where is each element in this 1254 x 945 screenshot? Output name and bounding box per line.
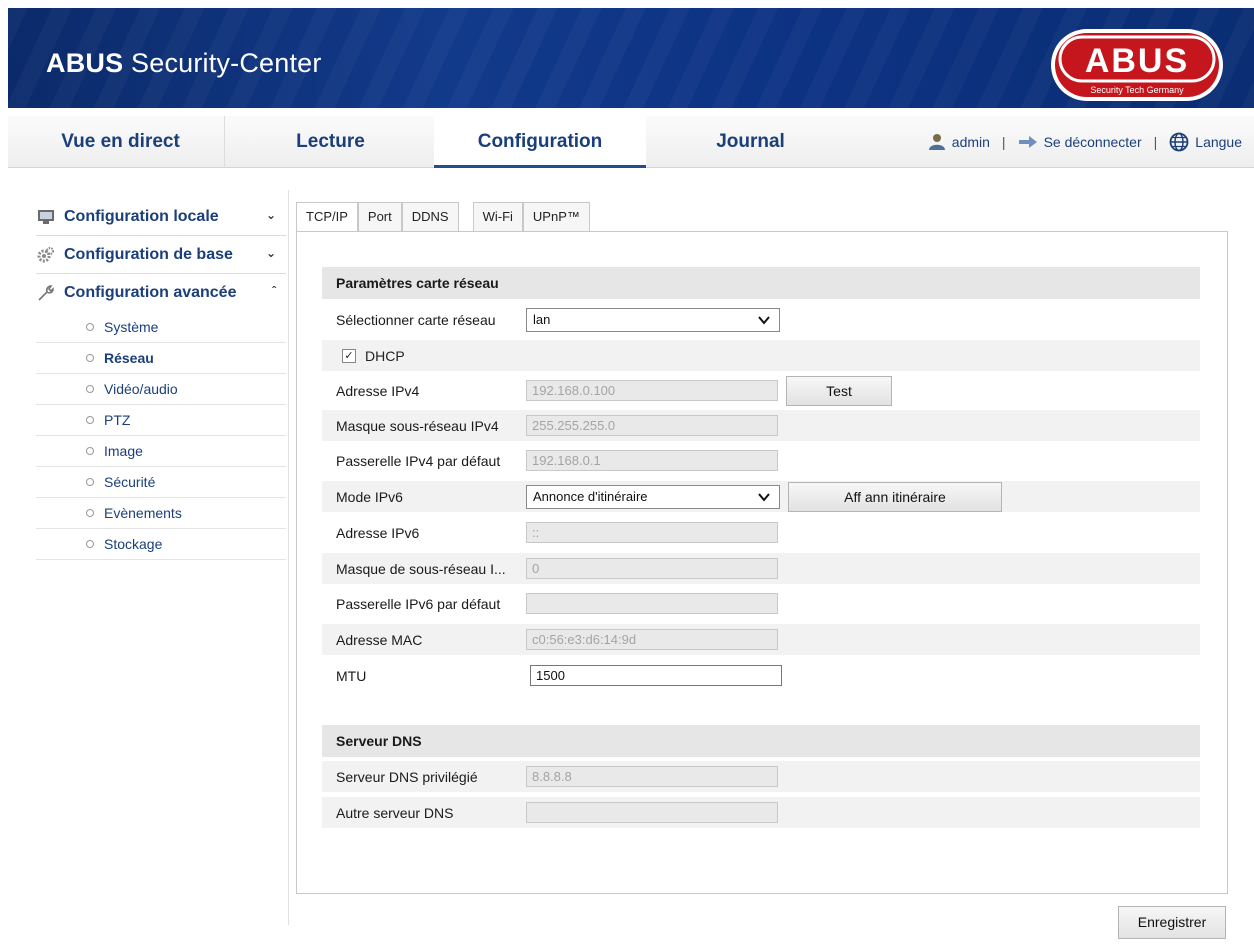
mtu-field[interactable] bbox=[530, 665, 782, 686]
main-nav: Vue en direct Lecture Configuration Jour… bbox=[8, 116, 1254, 168]
nic-select[interactable]: lan bbox=[526, 307, 780, 332]
row-mtu: MTU bbox=[322, 660, 1200, 691]
logo-text: ABUS bbox=[1085, 42, 1189, 80]
row-dns-alt: Autre serveur DNS bbox=[322, 797, 1200, 828]
nav-tab-playback[interactable]: Lecture bbox=[228, 116, 433, 168]
tab-wifi[interactable]: Wi-Fi bbox=[472, 202, 523, 232]
tab-port[interactable]: Port bbox=[357, 202, 402, 232]
header-banner: ABUS Security-Center ABUS Security Tech … bbox=[8, 8, 1254, 108]
gateway-label: Passerelle IPv4 par défaut bbox=[336, 452, 501, 469]
sidebar-item-events[interactable]: Evènements bbox=[36, 498, 286, 529]
chevron-up-icon: ˆ bbox=[272, 284, 276, 298]
chevron-down-icon: ⌄ bbox=[265, 246, 276, 260]
sidebar-group-local-config[interactable]: Configuration locale ⌄ bbox=[36, 198, 286, 236]
mtu-label: MTU bbox=[336, 667, 367, 684]
row-ipv6-gateway: Passerelle IPv6 par défaut bbox=[322, 588, 1200, 619]
ipv6-mode-label: Mode IPv6 bbox=[336, 488, 403, 505]
sidebar-group-label: Configuration avancée bbox=[64, 284, 237, 301]
bullet-icon bbox=[86, 447, 94, 455]
logout-link[interactable]: Se déconnecter bbox=[1044, 116, 1142, 168]
chevron-down-icon bbox=[758, 492, 770, 502]
ipv6-field[interactable] bbox=[526, 522, 778, 543]
chevron-down-icon bbox=[758, 315, 770, 325]
bullet-icon bbox=[86, 509, 94, 517]
ipv6-mask-label: Masque de sous-réseau I... bbox=[336, 560, 506, 577]
row-dns-primary: Serveur DNS privilégié bbox=[322, 761, 1200, 792]
gears-icon bbox=[36, 245, 56, 265]
tab-tcpip[interactable]: TCP/IP bbox=[296, 202, 358, 232]
dns-alt-field[interactable] bbox=[526, 802, 778, 823]
sidebar-item-storage[interactable]: Stockage bbox=[36, 529, 286, 560]
logout-icon bbox=[1018, 136, 1037, 148]
tab-ddns[interactable]: DDNS bbox=[401, 202, 459, 232]
section-network-title: Paramètres carte réseau bbox=[322, 267, 1200, 299]
sidebar-group-label: Configuration locale bbox=[64, 207, 219, 225]
bullet-icon bbox=[86, 385, 94, 393]
bullet-icon bbox=[86, 354, 94, 362]
dns-alt-label: Autre serveur DNS bbox=[336, 804, 454, 821]
test-button[interactable]: Test bbox=[786, 375, 892, 406]
user-bar: admin | Se déconnecter | Langue bbox=[928, 116, 1242, 168]
save-button[interactable]: Enregistrer bbox=[1118, 906, 1226, 939]
wrench-icon bbox=[36, 283, 56, 303]
dhcp-checkbox[interactable]: ✓ bbox=[342, 348, 356, 363]
sidebar-item-image[interactable]: Image bbox=[36, 436, 286, 467]
nav-tab-live[interactable]: Vue en direct bbox=[18, 116, 223, 168]
mask-label: Masque sous-réseau IPv4 bbox=[336, 417, 499, 434]
sidebar-group-label: Configuration de base bbox=[64, 245, 233, 263]
row-nic-select: Sélectionner carte réseau lan bbox=[322, 304, 1200, 335]
row-ipv4-gateway: Passerelle IPv4 par défaut bbox=[322, 445, 1200, 476]
ipv6-gateway-label: Passerelle IPv6 par défaut bbox=[336, 595, 501, 612]
abus-logo: ABUS Security Tech Germany bbox=[1051, 29, 1223, 101]
app-title: ABUS Security-Center bbox=[46, 48, 322, 78]
ipv4-label: Adresse IPv4 bbox=[336, 382, 420, 399]
bullet-icon bbox=[86, 323, 94, 331]
row-ipv6-mask: Masque de sous-réseau I... bbox=[322, 553, 1200, 584]
ipv6-mode-select[interactable]: Annonce d'itinéraire bbox=[526, 484, 780, 509]
user-icon bbox=[928, 134, 945, 150]
bullet-icon bbox=[86, 478, 94, 486]
ipv6-gateway-field[interactable] bbox=[526, 593, 778, 614]
sidebar-item-system[interactable]: Système bbox=[36, 312, 286, 343]
ipv4-gateway-field[interactable] bbox=[526, 450, 778, 471]
dns-primary-label: Serveur DNS privilégié bbox=[336, 768, 478, 785]
sidebar-divider bbox=[288, 190, 289, 925]
mac-label: Adresse MAC bbox=[336, 631, 423, 648]
bullet-icon bbox=[86, 416, 94, 424]
dns-primary-field[interactable] bbox=[526, 766, 778, 787]
section-dns-title: Serveur DNS bbox=[322, 725, 1200, 757]
logo-tagline: Security Tech Germany bbox=[1090, 85, 1184, 95]
nic-label: Sélectionner carte réseau bbox=[336, 311, 496, 328]
monitor-icon bbox=[36, 207, 56, 227]
sidebar-item-network[interactable]: Réseau bbox=[36, 343, 286, 374]
sidebar-item-video-audio[interactable]: Vidéo/audio bbox=[36, 374, 286, 405]
sidebar: Configuration locale ⌄ Configuration de … bbox=[36, 198, 286, 560]
route-advert-button[interactable]: Aff ann itinéraire bbox=[788, 481, 1002, 512]
sidebar-item-ptz[interactable]: PTZ bbox=[36, 405, 286, 436]
globe-icon bbox=[1169, 132, 1189, 152]
row-mac: Adresse MAC bbox=[322, 624, 1200, 655]
sidebar-item-security[interactable]: Sécurité bbox=[36, 467, 286, 498]
sidebar-group-basic-config[interactable]: Configuration de base ⌄ bbox=[36, 236, 286, 274]
language-link[interactable]: Langue bbox=[1195, 116, 1242, 168]
nav-tab-configuration[interactable]: Configuration bbox=[434, 116, 646, 168]
row-dhcp: ✓ DHCP bbox=[322, 340, 1200, 371]
chevron-down-icon: ⌄ bbox=[265, 208, 276, 222]
ipv6-label: Adresse IPv6 bbox=[336, 524, 420, 541]
user-name[interactable]: admin bbox=[952, 116, 990, 168]
row-ipv6: Adresse IPv6 bbox=[322, 517, 1200, 548]
ipv4-mask-field[interactable] bbox=[526, 415, 778, 436]
bullet-icon bbox=[86, 540, 94, 548]
dhcp-label: DHCP bbox=[365, 347, 405, 364]
row-ipv6-mode: Mode IPv6 Annonce d'itinéraire Aff ann i… bbox=[322, 481, 1200, 512]
ipv4-field[interactable] bbox=[526, 380, 778, 401]
nav-tab-journal[interactable]: Journal bbox=[648, 116, 853, 168]
mac-field[interactable] bbox=[526, 629, 778, 650]
ipv6-mask-field[interactable] bbox=[526, 558, 778, 579]
tab-upnp[interactable]: UPnP™ bbox=[522, 202, 590, 232]
row-ipv4-mask: Masque sous-réseau IPv4 bbox=[322, 410, 1200, 441]
network-tabs: TCP/IP Port DDNS Wi-Fi UPnP™ bbox=[296, 202, 590, 232]
sidebar-group-advanced-config[interactable]: Configuration avancée ˆ bbox=[36, 274, 286, 312]
row-ipv4: Adresse IPv4 Test bbox=[322, 375, 1200, 406]
